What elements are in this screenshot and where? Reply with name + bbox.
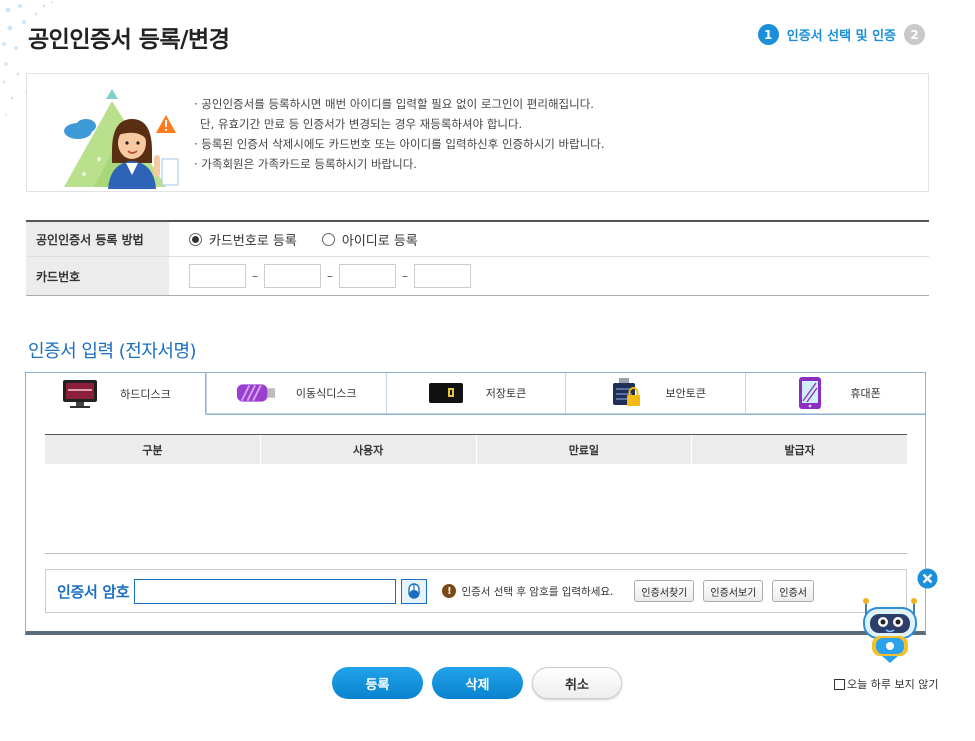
password-row: 인증서 암호 ! 인증서 선택 후 암호를 입력하세요. 인증서찾기 인증서보기… bbox=[45, 569, 907, 613]
notice-box: · 공인인증서를 등록하시면 매번 아이디를 입력할 필요 없이 로그인이 편리… bbox=[26, 73, 929, 192]
password-hint: ! 인증서 선택 후 암호를 입력하세요. bbox=[442, 584, 613, 599]
tab-hard-disk-label: 하드디스크 bbox=[120, 387, 171, 401]
cert-buttons: 인증서찾기 인증서보기 인증서 bbox=[634, 580, 814, 602]
phone-icon bbox=[790, 377, 830, 409]
radio-unchecked-icon[interactable] bbox=[321, 232, 335, 246]
notice-text: · 공인인증서를 등록하시면 매번 아이디를 입력할 필요 없이 로그인이 편리… bbox=[194, 94, 605, 174]
card-number-field-2[interactable] bbox=[264, 264, 321, 288]
card-number-label: 카드번호 bbox=[26, 257, 169, 295]
view-cert-button[interactable]: 인증서보기 bbox=[703, 580, 764, 602]
mouse-icon bbox=[408, 583, 421, 599]
cancel-button[interactable]: 취소 bbox=[532, 667, 622, 699]
radio-user-id[interactable]: 아이디로 등록 bbox=[321, 230, 418, 249]
certificate-list-header: 구분 사용자 만료일 발급자 bbox=[45, 434, 907, 464]
tab-hard-disk[interactable]: 하드디스크 bbox=[26, 373, 206, 415]
radio-card-number-label: 카드번호로 등록 bbox=[209, 233, 297, 249]
registration-form: 공인인증서 등록 방법 카드번호로 등록 아이디로 등록 카드번호 – – – bbox=[26, 220, 929, 296]
column-header-expiry: 만료일 bbox=[477, 435, 693, 464]
certificate-panel: 하드디스크 이동식디스크 저장토큰 보안토큰 휴대폰 구분 사용자 만료일 발급… bbox=[25, 372, 926, 635]
tab-storage-token[interactable]: 저장토큰 bbox=[385, 373, 566, 414]
tab-removable-disk[interactable]: 이동식디스크 bbox=[205, 373, 386, 414]
action-buttons: 등록 삭제 취소 bbox=[332, 667, 622, 699]
find-cert-button[interactable]: 인증서찾기 bbox=[634, 580, 695, 602]
security-token-icon bbox=[606, 378, 646, 408]
register-button[interactable]: 등록 bbox=[332, 667, 423, 699]
cert-password-input[interactable] bbox=[134, 578, 397, 604]
step-1-badge: 1 bbox=[757, 24, 779, 45]
certificate-list: 구분 사용자 만료일 발급자 bbox=[45, 434, 907, 554]
column-header-issuer: 발급자 bbox=[784, 443, 815, 457]
step-2-badge: 2 bbox=[904, 24, 925, 45]
column-header-user: 사용자 bbox=[261, 435, 477, 464]
radio-user-id-label: 아이디로 등록 bbox=[341, 233, 418, 249]
notice-line: · 공인인증서를 등록하시면 매번 아이디를 입력할 필요 없이 로그인이 편리… bbox=[194, 97, 594, 111]
card-separator: – bbox=[402, 269, 408, 283]
step-1-label: 인증서 선택 및 인증 bbox=[786, 29, 896, 44]
column-header-type: 구분 bbox=[45, 435, 261, 464]
card-number-field-1[interactable] bbox=[189, 264, 246, 288]
tab-security-token[interactable]: 보안토큰 bbox=[565, 373, 746, 414]
password-label: 인증서 암호 bbox=[57, 582, 130, 601]
close-popup-icon[interactable] bbox=[917, 568, 938, 589]
method-options: 카드번호로 등록 아이디로 등록 bbox=[169, 222, 929, 256]
usb-drive-icon bbox=[236, 378, 276, 408]
notice-line: · 등록된 인증서 삭제시에도 카드번호 또는 아이디를 입력하신후 인증하시기… bbox=[194, 137, 605, 151]
card-number-row: 카드번호 – – – bbox=[26, 257, 929, 296]
warning-icon: ! bbox=[442, 584, 457, 598]
step-indicator: 1 인증서 선택 및 인증 2 bbox=[757, 24, 925, 45]
cert-section-title: 인증서 입력 (전자서명) bbox=[28, 341, 197, 362]
no-show-today-checkbox[interactable]: 오늘 하루 보지 않기 bbox=[834, 676, 938, 692]
virtual-keyboard-button[interactable] bbox=[401, 578, 428, 604]
cert-extra-button[interactable]: 인증서 bbox=[772, 580, 814, 602]
page-title: 공인인증서 등록/변경 bbox=[28, 27, 230, 53]
method-label: 공인인증서 등록 방법 bbox=[26, 222, 169, 256]
tab-security-token-label: 보안토큰 bbox=[665, 387, 707, 400]
certificate-list-body[interactable] bbox=[45, 464, 907, 554]
monitor-icon bbox=[60, 379, 100, 409]
method-row: 공인인증서 등록 방법 카드번호로 등록 아이디로 등록 bbox=[26, 222, 929, 257]
token-icon bbox=[426, 378, 466, 408]
tab-mobile-phone[interactable]: 휴대폰 bbox=[745, 373, 925, 414]
card-separator: – bbox=[327, 269, 333, 283]
customer-service-illustration bbox=[64, 89, 179, 189]
card-number-field-4[interactable] bbox=[414, 264, 471, 288]
storage-tabs: 하드디스크 이동식디스크 저장토큰 보안토큰 휴대폰 bbox=[26, 373, 925, 415]
tab-removable-disk-label: 이동식디스크 bbox=[295, 387, 357, 400]
checkbox-icon[interactable] bbox=[834, 678, 845, 690]
radio-card-number[interactable]: 카드번호로 등록 bbox=[189, 230, 297, 249]
notice-line: 단, 유효기간 만료 등 인증서가 변경되는 경우 재등록하셔야 합니다. bbox=[200, 117, 523, 131]
card-number-inputs: – – – bbox=[169, 257, 929, 295]
password-hint-text: 인증서 선택 후 암호를 입력하세요. bbox=[461, 585, 614, 598]
tab-storage-token-label: 저장토큰 bbox=[485, 387, 527, 400]
radio-checked-icon[interactable] bbox=[189, 232, 202, 246]
card-number-field-3[interactable] bbox=[339, 264, 396, 288]
tab-mobile-phone-label: 휴대폰 bbox=[850, 387, 881, 400]
notice-line: · 가족회원은 가족카드로 등록하시기 바랍니다. bbox=[194, 157, 417, 171]
delete-button[interactable]: 삭제 bbox=[432, 667, 523, 699]
card-separator: – bbox=[252, 269, 258, 283]
no-show-today-label: 오늘 하루 보지 않기 bbox=[847, 678, 939, 691]
